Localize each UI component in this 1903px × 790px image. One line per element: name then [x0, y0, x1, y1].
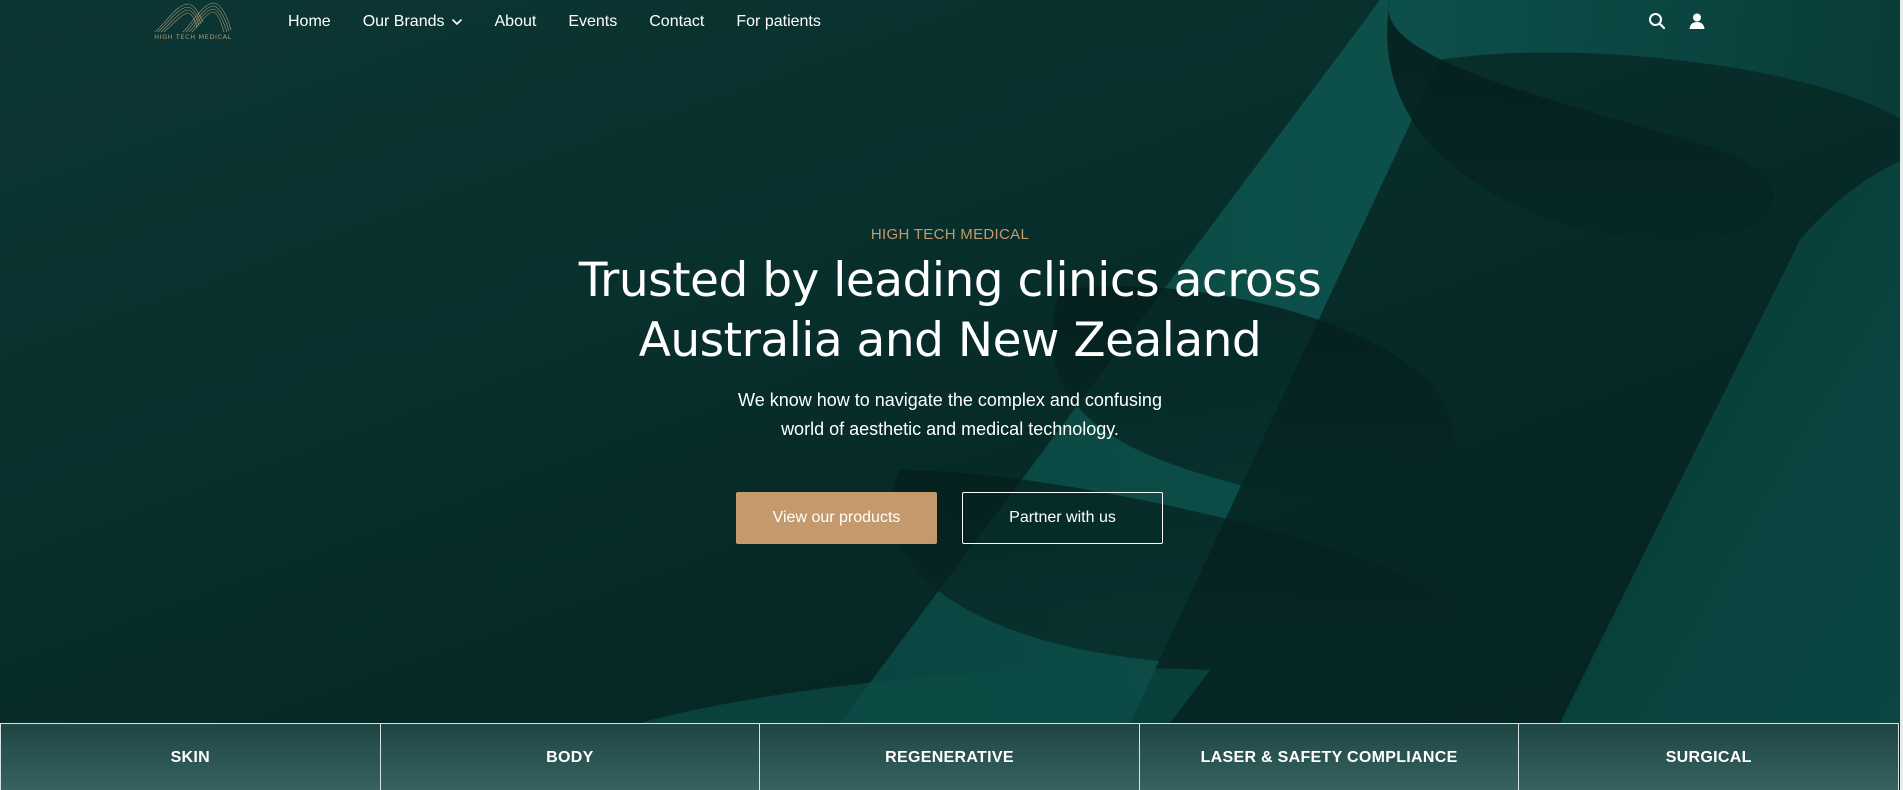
- nav-item-our-brands[interactable]: Our Brands: [363, 13, 463, 31]
- nav-icons: [1646, 10, 1726, 32]
- category-body[interactable]: BODY: [379, 724, 760, 790]
- nav-item-home[interactable]: Home: [288, 13, 331, 31]
- category-label: LASER & SAFETY COMPLIANCE: [1200, 748, 1458, 766]
- logo-mountains-icon: [154, 2, 232, 33]
- category-label: REGENERATIVE: [885, 748, 1014, 766]
- category-skin[interactable]: SKIN: [0, 724, 380, 790]
- nav-item-about[interactable]: About: [495, 13, 537, 31]
- view-products-button[interactable]: View our products: [736, 492, 937, 544]
- account-icon[interactable]: [1686, 10, 1708, 32]
- category-laser-safety-compliance[interactable]: LASER & SAFETY COMPLIANCE: [1138, 724, 1519, 790]
- category-bar: SKIN BODY REGENERATIVE LASER & SAFETY CO…: [0, 723, 1899, 790]
- hero-subtext-line-2: world of aesthetic and medical technolog…: [781, 419, 1119, 439]
- hero-subtext-line-1: We know how to navigate the complex and …: [738, 390, 1162, 410]
- search-icon[interactable]: [1646, 10, 1668, 32]
- hero-headline: Trusted by leading clinics across Austra…: [0, 251, 1900, 371]
- nav-item-contact[interactable]: Contact: [649, 13, 704, 31]
- logo[interactable]: HIGH TECH MEDICAL: [153, 0, 233, 44]
- logo-text: HIGH TECH MEDICAL: [154, 33, 232, 41]
- nav-item-label: Home: [288, 13, 331, 30]
- nav-item-label: For patients: [736, 13, 821, 30]
- category-regenerative[interactable]: REGENERATIVE: [759, 724, 1139, 790]
- hero-headline-line-2: Australia and New Zealand: [638, 313, 1262, 368]
- nav-item-label: Contact: [649, 13, 705, 30]
- category-label: BODY: [546, 748, 594, 766]
- nav-item-label: Events: [568, 13, 618, 30]
- page: HIGH TECH MEDICAL Home Our Brands About …: [0, 0, 1903, 790]
- nav-item-events[interactable]: Events: [568, 13, 617, 31]
- nav-item-label: About: [494, 13, 537, 30]
- category-label: SURGICAL: [1665, 748, 1752, 766]
- top-navigation: HIGH TECH MEDICAL Home Our Brands About …: [0, 0, 1903, 44]
- nav-item-label: Our Brands: [362, 13, 445, 30]
- partner-with-us-button[interactable]: Partner with us: [962, 492, 1163, 544]
- nav-item-for-patients[interactable]: For patients: [736, 13, 820, 31]
- category-surgical[interactable]: SURGICAL: [1518, 724, 1899, 790]
- category-label: SKIN: [170, 748, 211, 766]
- hero-headline-line-1: Trusted by leading clinics across: [578, 253, 1322, 308]
- hero-section: HIGH TECH MEDICAL Home Our Brands About …: [0, 0, 1903, 790]
- chevron-down-icon: [451, 19, 462, 25]
- hero-eyebrow: HIGH TECH MEDICAL: [870, 226, 1030, 243]
- nav-links: Home Our Brands About Events Contact For…: [288, 12, 853, 32]
- hero-subtext: We know how to navigate the complex and …: [700, 386, 1200, 444]
